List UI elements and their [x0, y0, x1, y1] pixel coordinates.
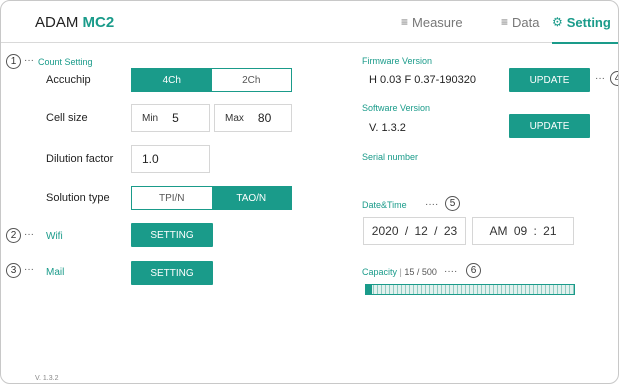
list-icon: ≡ [501, 15, 509, 29]
brand-logo: ADAM MC2 [35, 14, 114, 31]
device-screen: ADAM MC2 ≡ Measure ≡ Data ⚙ Setting 1 ··… [0, 0, 619, 384]
solution-option-tao[interactable]: TAO/N [211, 187, 291, 209]
capacity-fill [366, 285, 373, 294]
callout-dots: ···· [425, 199, 439, 210]
software-update-button[interactable]: UPDATE [509, 114, 590, 138]
cell-size-min-field[interactable]: Min 5 [131, 104, 210, 132]
callout-dots: ··· [24, 229, 34, 240]
tab-setting-label: Setting [566, 14, 611, 30]
count-setting-title: Count Setting [38, 57, 93, 67]
wifi-label: Wifi [46, 231, 63, 242]
active-tab-indicator [552, 42, 618, 44]
callout-4: 4 [610, 71, 618, 86]
mail-setting-button[interactable]: SETTING [131, 261, 213, 285]
callout-3: 3 [6, 263, 21, 278]
accuchip-option-4ch[interactable]: 4Ch [132, 69, 212, 91]
menu-icon: ≡ [401, 15, 409, 29]
mail-label: Mail [46, 267, 65, 278]
callout-dots: ··· [24, 264, 34, 275]
serial-title: Serial number [362, 152, 419, 162]
firmware-update-button[interactable]: UPDATE [509, 68, 590, 92]
callout-2: 2 [6, 228, 21, 243]
date-field[interactable]: 2020 / 12 / 23 [363, 217, 466, 245]
footer-version: V. 1.3.2 [35, 375, 59, 382]
dilution-value: 1.0 [142, 152, 159, 166]
callout-5: 5 [445, 196, 460, 211]
callout-dots: ··· [595, 73, 605, 84]
callout-dots: ···· [444, 266, 458, 277]
min-label: Min [142, 112, 159, 124]
firmware-title: Firmware Version [362, 56, 433, 66]
max-value: 80 [257, 111, 272, 125]
capacity-bar [365, 284, 575, 295]
callout-6: 6 [466, 263, 481, 278]
capacity-used: 15 / 500 [404, 267, 437, 277]
solution-type-label: Solution type [46, 192, 110, 204]
software-value: V. 1.3.2 [369, 122, 406, 134]
software-title: Software Version [362, 103, 431, 113]
cell-size-label: Cell size [46, 112, 88, 124]
tab-data-label: Data [512, 14, 540, 30]
firmware-value: H 0.03 F 0.37-190320 [369, 74, 477, 86]
accuchip-label: Accuchip [46, 74, 91, 86]
tab-measure-label: Measure [412, 14, 463, 30]
callout-dots: ··· [24, 55, 34, 66]
max-label: Max [225, 112, 244, 124]
capacity-title: Capacity | 15 / 500 [362, 267, 437, 277]
top-bar: ADAM MC2 ≡ Measure ≡ Data ⚙ Setting [1, 1, 618, 44]
capacity-label: Capacity [362, 267, 398, 277]
gear-icon: ⚙ [552, 15, 563, 29]
dilution-field[interactable]: 1.0 [131, 145, 210, 173]
datetime-title: Date&Time [362, 200, 407, 210]
accuchip-option-2ch[interactable]: 2Ch [211, 69, 291, 91]
tab-data[interactable]: ≡ Data [501, 1, 539, 43]
accuchip-selector: 4Ch 2Ch [131, 68, 292, 92]
cell-size-max-field[interactable]: Max 80 [214, 104, 292, 132]
brand-name: ADAM [35, 14, 79, 31]
tab-measure[interactable]: ≡ Measure [401, 1, 463, 43]
tab-setting[interactable]: ⚙ Setting [552, 1, 618, 44]
dilution-label: Dilution factor [46, 153, 114, 165]
solution-option-tpi[interactable]: TPI/N [132, 187, 212, 209]
callout-1: 1 [6, 54, 21, 69]
model-name: MC2 [82, 14, 115, 31]
wifi-setting-button[interactable]: SETTING [131, 223, 213, 247]
time-field[interactable]: AM 09 : 21 [472, 217, 574, 245]
solution-type-selector: TPI/N TAO/N [131, 186, 292, 210]
min-value: 5 [172, 111, 179, 125]
